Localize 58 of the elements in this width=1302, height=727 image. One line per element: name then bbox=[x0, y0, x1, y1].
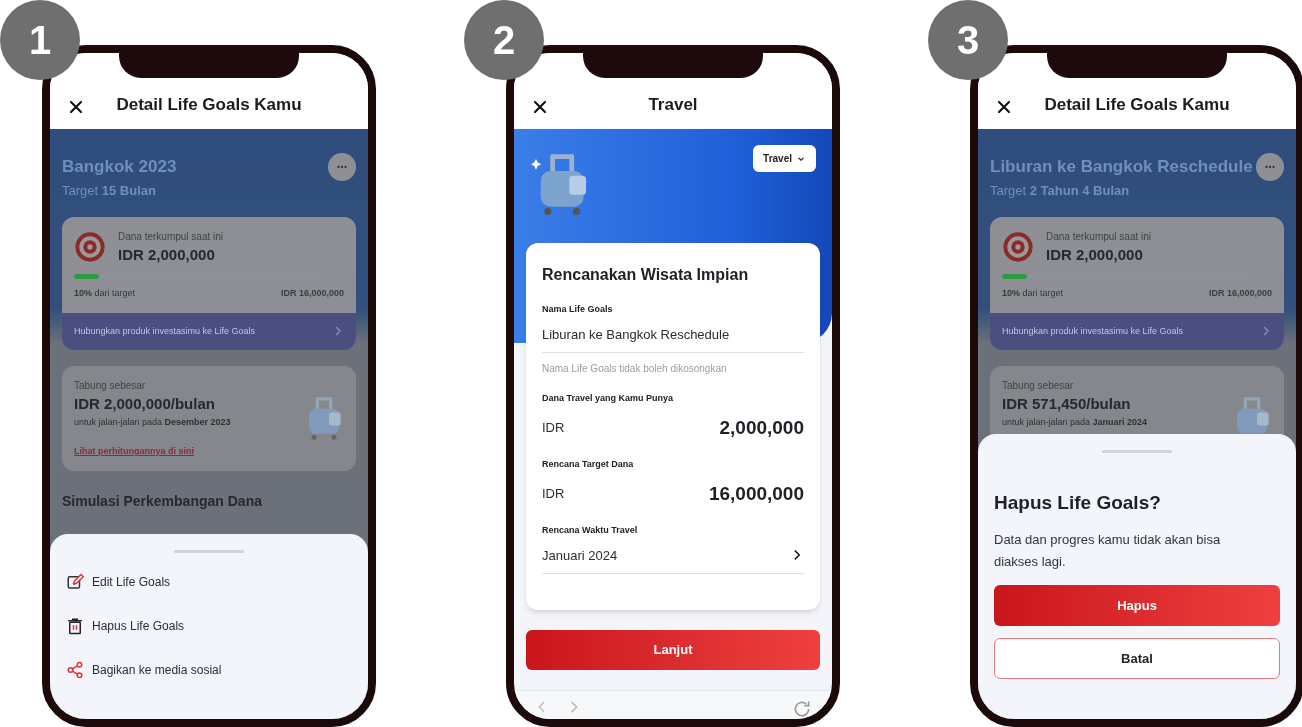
cancel-button[interactable]: Batal bbox=[994, 638, 1280, 679]
savings-label: Tabung sebesar bbox=[1002, 379, 1075, 393]
target-icon bbox=[74, 231, 106, 264]
category-dropdown[interactable]: Travel bbox=[753, 145, 816, 172]
field-label: Rencana Target Dana bbox=[542, 458, 635, 472]
trash-icon bbox=[66, 617, 84, 635]
savings-note: untuk jalan-jalan pada Januari 2024 bbox=[1002, 415, 1148, 429]
menu-item[interactable]: Edit Life Goals bbox=[66, 573, 352, 591]
sheet-handle[interactable] bbox=[1102, 449, 1172, 453]
continue-button[interactable]: Lanjut bbox=[526, 630, 820, 670]
sheet-message: Data dan progres kamu tidak akan bisa diakses lagi. bbox=[994, 531, 1222, 571]
collected-amount: IDR 2,000,000 bbox=[1046, 244, 1144, 265]
menu-item[interactable]: Hapus Life Goals bbox=[66, 617, 352, 635]
target-amount: IDR 16,000,000 bbox=[280, 287, 344, 300]
collected-amount: IDR 2,000,000 bbox=[118, 244, 216, 265]
edit-icon bbox=[66, 573, 84, 591]
collected-label: Dana terkumpul saat ini bbox=[118, 229, 224, 244]
goal-target: Target 2 Tahun 4 Bulan bbox=[990, 182, 1131, 200]
section-title: Simulasi Perkembangan Dana bbox=[62, 491, 263, 511]
more-button[interactable] bbox=[328, 153, 356, 181]
share-icon bbox=[66, 661, 84, 679]
screen-title: Detail Life Goals Kamu bbox=[1043, 93, 1231, 116]
card-title: Rencanakan Wisata Impian bbox=[542, 265, 750, 286]
amount-value: 16,000,000 bbox=[708, 481, 804, 506]
screen-title: Detail Life Goals Kamu bbox=[115, 93, 303, 116]
reload-icon[interactable] bbox=[792, 699, 812, 719]
sheet-title: Hapus Life Goals? bbox=[994, 490, 1162, 515]
more-button[interactable] bbox=[1256, 153, 1284, 181]
delete-button[interactable]: Hapus bbox=[994, 585, 1280, 626]
amount-value: 2,000,000 bbox=[719, 415, 804, 440]
field-label: Dana Travel yang Kamu Punya bbox=[542, 392, 675, 406]
step-number: 1 bbox=[0, 0, 80, 80]
goal-target: Target 15 Bulan bbox=[62, 182, 157, 200]
step-number: 2 bbox=[464, 0, 544, 80]
target-amount: IDR 16,000,000 bbox=[1208, 287, 1272, 300]
progress-text: 10% dari target bbox=[74, 287, 136, 300]
collected-label: Dana terkumpul saat ini bbox=[1046, 229, 1152, 244]
savings-amount: IDR 2,000,000/bulan bbox=[74, 394, 216, 414]
target-icon bbox=[1002, 231, 1034, 264]
savings-amount: IDR 571,450/bulan bbox=[1002, 394, 1132, 414]
field-label: Rencana Waktu Travel bbox=[542, 524, 639, 538]
link-banner[interactable]: Hubungkan produk investasimu ke Life Goals bbox=[62, 312, 356, 350]
currency-label: IDR bbox=[542, 419, 565, 438]
savings-note: untuk jalan-jalan pada Desember 2023 bbox=[74, 415, 231, 429]
field-label: Nama Life Goals bbox=[542, 303, 614, 317]
progress-text: 10% dari target bbox=[1002, 287, 1064, 300]
goal-name: Bangkok 2023 bbox=[62, 156, 177, 179]
helper-text: Nama Life Goals tidak boleh dikosongkan bbox=[542, 362, 728, 377]
date-select[interactable]: Januari 2024 bbox=[542, 545, 804, 575]
screen-title: Travel bbox=[647, 93, 699, 116]
name-field[interactable]: Liburan ke Bangkok Reschedule bbox=[542, 324, 804, 354]
currency-label: IDR bbox=[542, 485, 565, 504]
menu-item[interactable]: Bagikan ke media sosial bbox=[66, 661, 352, 679]
goal-name: Liburan ke Bangkok Reschedule bbox=[990, 156, 1253, 179]
savings-label: Tabung sebesar bbox=[74, 379, 147, 393]
step-number: 3 bbox=[928, 0, 1008, 80]
link-banner[interactable]: Hubungkan produk investasimu ke Life Goals bbox=[990, 312, 1284, 350]
sheet-handle[interactable] bbox=[174, 550, 244, 553]
